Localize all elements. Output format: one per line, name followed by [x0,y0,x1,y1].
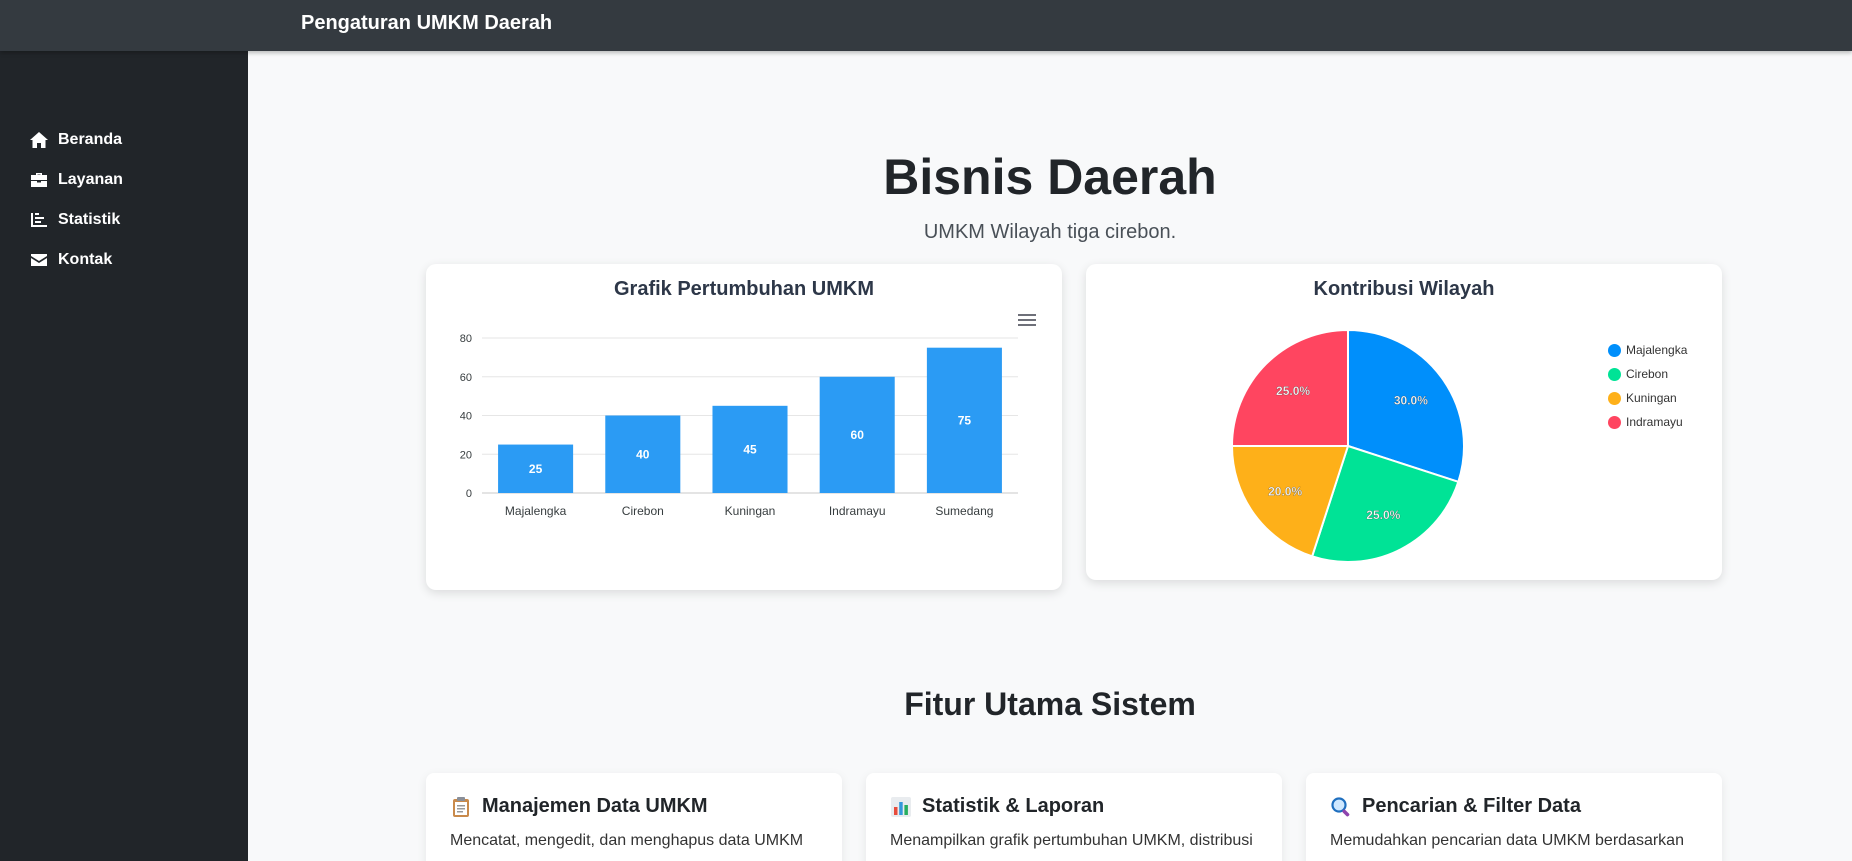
pie-data-label: 25.0% [1276,384,1310,398]
sidebar-item-beranda[interactable]: Beranda [28,127,122,153]
page-subtitle: UMKM Wilayah tiga cirebon. [923,221,1177,243]
x-tick-label: Cirebon [622,504,664,518]
feature-title: Pencarian & Filter Data [1362,795,1581,817]
legend-item[interactable]: Kuningan [1608,386,1687,410]
legend-marker [1608,343,1621,357]
home-icon [28,130,50,150]
x-tick-label: Indramayu [829,504,886,518]
feature-text: Memudahkan pencarian data UMKM berdasark… [1330,832,1684,849]
sidebar-item-label: Kontak [58,251,113,268]
y-tick-label: 20 [460,449,472,461]
legend-label: Cirebon [1626,367,1669,381]
legend-label: Kuningan [1626,391,1677,405]
x-tick-label: Kuningan [725,504,776,518]
sidebar-item-label: Beranda [58,131,123,148]
bar-data-label: 45 [743,442,757,456]
y-tick-label: 40 [460,411,472,423]
sidebar-item-label: Layanan [58,171,123,188]
x-tick-label: Majalengka [505,504,567,518]
bar-data-label: 25 [529,462,543,476]
feature-title: Manajemen Data UMKM [482,795,708,817]
legend-label: Majalengka [1626,343,1688,357]
feature-title: Statistik & Laporan [922,795,1105,817]
legend-item[interactable]: Cirebon [1608,362,1687,386]
feature-text: Mencatat, mengedit, dan menghapus data U… [450,832,804,849]
envelope-icon [28,250,50,270]
bar-data-label: 60 [851,428,865,442]
features-section-title: Fitur Utama Sistem [904,686,1196,722]
bar-chart-icon [890,796,912,818]
feature-text: Menampilkan grafik pertumbuhan UMKM, dis… [890,832,1253,849]
sidebar: Beranda Layanan Statistik Kontak [0,51,248,861]
pie-data-label: 20.0% [1268,485,1302,499]
y-tick-label: 0 [466,488,472,500]
bar-data-label: 40 [636,447,650,461]
bar-chart-card: Grafik Pertumbuhan UMKM 0 20 40 60 80 25 Majal… [426,264,1062,590]
legend-item[interactable]: Indramayu [1608,410,1687,434]
magnifier-icon [1330,796,1352,818]
sidebar-item-label: Statistik [58,211,121,228]
sidebar-item-kontak[interactable]: Kontak [28,247,112,273]
feature-card-search-filter: Pencarian & Filter Data Memudahkan penca… [1306,773,1722,861]
pie-data-label: 25.0% [1366,508,1400,522]
bar-chart: 0 20 40 60 80 25 Majalengka 40 Cirebon 45 Kuningan… [460,333,1018,518]
y-tick-label: 60 [460,372,472,384]
page-title: Bisnis Daerah [883,149,1217,205]
feature-card-statistics: Statistik & Laporan Menampilkan grafik p… [866,773,1282,861]
legend-marker [1608,415,1621,429]
briefcase-icon [28,170,50,190]
brand-title[interactable]: Pengaturan UMKM Daerah [301,12,552,35]
y-tick-label: 80 [460,333,472,345]
top-navbar: Pengaturan UMKM Daerah [0,0,1852,51]
feature-card-data-management: Manajemen Data UMKM Mencatat, mengedit, … [426,773,842,861]
legend-marker [1608,367,1621,381]
x-tick-label: Sumedang [935,504,993,518]
main-content: Bisnis Daerah UMKM Wilayah tiga cirebon.… [248,51,1852,861]
sidebar-item-layanan[interactable]: Layanan [28,167,123,193]
legend-label: Indramayu [1626,415,1683,429]
clipboard-icon [450,796,472,818]
legend-marker [1608,391,1621,405]
pie-legend: Majalengka Cirebon Kuningan Indramayu [1608,338,1687,434]
pie-chart-card: Kontribusi Wilayah 30.0% 25.0% 20.0% 25.0% … [1086,264,1722,580]
bar-data-label: 75 [958,413,972,427]
sidebar-item-statistik[interactable]: Statistik [28,207,120,233]
pie-data-label: 30.0% [1394,393,1428,407]
chart-icon [28,210,50,230]
legend-item[interactable]: Majalengka [1608,338,1687,362]
